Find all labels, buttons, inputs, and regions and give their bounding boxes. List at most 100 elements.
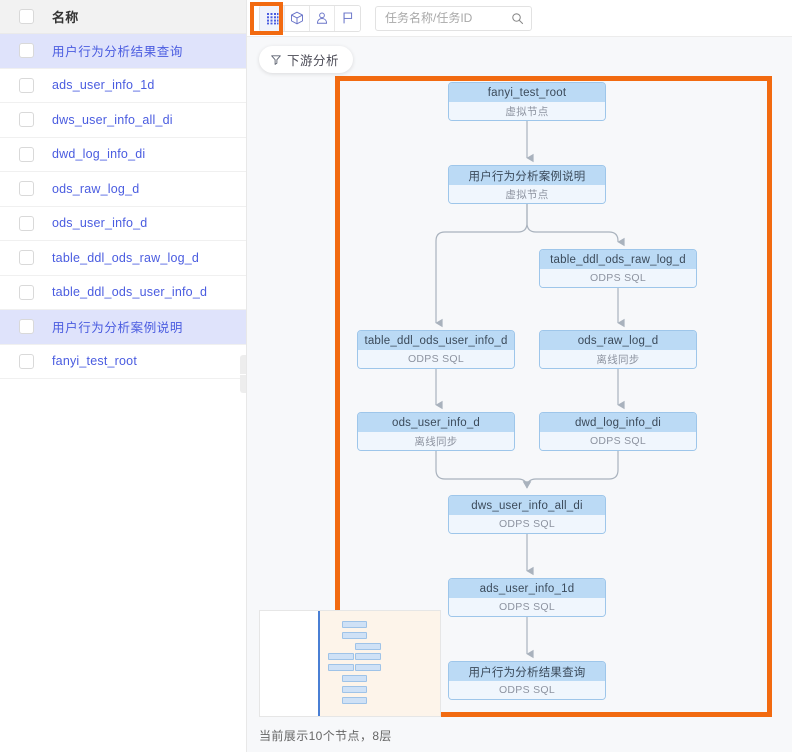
- minimap-node: [355, 664, 381, 672]
- task-name-link[interactable]: ads_user_info_1d: [52, 78, 155, 92]
- minimap-node: [341, 674, 368, 683]
- task-list-row[interactable]: dws_user_info_all_di: [0, 103, 246, 138]
- graph-node[interactable]: 用户行为分析结果查询 ODPS SQL: [448, 661, 606, 700]
- row-checkbox-cell[interactable]: [0, 181, 52, 197]
- graph-node-title: ods_raw_log_d: [540, 331, 696, 350]
- task-name-link[interactable]: fanyi_test_root: [52, 354, 137, 368]
- task-name-link[interactable]: dws_user_info_all_di: [52, 113, 173, 127]
- task-name-link[interactable]: 用户行为分析案例说明: [52, 317, 183, 336]
- column-header-name: 名称: [52, 10, 79, 25]
- task-list-row[interactable]: 用户行为分析结果查询: [0, 34, 246, 69]
- task-search-box[interactable]: [375, 5, 532, 31]
- funnel-down-icon: [271, 54, 281, 65]
- lineage-explorer-window: 名称 用户行为分析结果查询 ads_user_info_1d dws_user_in…: [0, 0, 792, 752]
- lineage-graph-panel: 下游分析 fanyi_test_root虚拟节点用户行为分析案例说明虚拟节点ta…: [247, 0, 792, 752]
- graph-node-subtitle: 离线同步: [540, 350, 696, 368]
- minimap-node: [328, 653, 354, 661]
- graph-node-title: 用户行为分析结果查询: [449, 662, 605, 681]
- flag-view-button[interactable]: [335, 5, 360, 31]
- collapse-left-handle[interactable]: «: [240, 355, 246, 374]
- task-list-row[interactable]: fanyi_test_root: [0, 344, 246, 379]
- row-checkbox[interactable]: [18, 215, 34, 231]
- graph-node[interactable]: dwd_log_info_di ODPS SQL: [539, 412, 697, 451]
- row-checkbox[interactable]: [18, 284, 34, 300]
- minimap-node: [328, 664, 354, 672]
- row-checkbox[interactable]: [18, 319, 34, 335]
- graph-edge: [526, 204, 625, 247]
- graph-node[interactable]: ods_raw_log_d 离线同步: [539, 330, 697, 369]
- select-all-checkbox-cell[interactable]: [0, 9, 52, 24]
- graph-node[interactable]: table_ddl_ods_raw_log_d ODPS SQL: [539, 249, 697, 288]
- graph-edge: [435, 451, 534, 493]
- graph-node[interactable]: dws_user_info_all_di ODPS SQL: [448, 495, 606, 534]
- owner-view-button[interactable]: [310, 5, 335, 31]
- task-name-link[interactable]: ods_raw_log_d: [52, 182, 139, 196]
- graph-node[interactable]: ads_user_info_1d ODPS SQL: [448, 578, 606, 617]
- task-list-row[interactable]: ods_raw_log_d: [0, 172, 246, 207]
- cube-view-button[interactable]: [285, 5, 310, 31]
- minimap-node: [341, 685, 368, 693]
- row-checkbox-cell[interactable]: [0, 353, 52, 369]
- graph-status-text: 当前展示10个节点，8层: [259, 729, 392, 743]
- search-input[interactable]: [383, 10, 511, 26]
- person-icon: [316, 12, 328, 24]
- graph-node[interactable]: 用户行为分析案例说明 虚拟节点: [448, 165, 606, 204]
- graph-node-subtitle: ODPS SQL: [449, 681, 605, 699]
- graph-node[interactable]: fanyi_test_root 虚拟节点: [448, 82, 606, 121]
- row-checkbox-cell[interactable]: [0, 112, 52, 128]
- task-name-link[interactable]: dwd_log_info_di: [52, 147, 145, 161]
- view-mode-button-group[interactable]: [259, 4, 361, 32]
- grid-icon: [266, 12, 278, 24]
- task-list-row[interactable]: 用户行为分析案例说明: [0, 310, 246, 345]
- row-checkbox-cell[interactable]: [0, 77, 52, 93]
- task-list-row[interactable]: table_ddl_ods_raw_log_d: [0, 241, 246, 276]
- task-list-sidebar: 名称 用户行为分析结果查询 ads_user_info_1d dws_user_in…: [0, 0, 247, 752]
- graph-node-subtitle: ODPS SQL: [540, 432, 696, 450]
- graph-node-title: fanyi_test_root: [449, 83, 605, 102]
- downstream-analysis-label: 下游分析: [287, 54, 340, 68]
- minimap-node: [355, 653, 381, 661]
- row-checkbox-cell[interactable]: [0, 319, 52, 335]
- graph-node-subtitle: 离线同步: [358, 432, 514, 450]
- task-name-link[interactable]: table_ddl_ods_user_info_d: [52, 285, 207, 299]
- task-name-link[interactable]: 用户行为分析结果查询: [52, 41, 183, 60]
- row-checkbox-cell[interactable]: [0, 284, 52, 300]
- row-checkbox[interactable]: [18, 250, 34, 266]
- task-list-row[interactable]: ods_user_info_d: [0, 206, 246, 241]
- downstream-analysis-chip[interactable]: 下游分析: [259, 46, 354, 73]
- graph-node-subtitle: 虚拟节点: [449, 102, 605, 120]
- minimap-viewport[interactable]: [318, 611, 440, 716]
- graph-node-title: 用户行为分析案例说明: [449, 166, 605, 185]
- list-header-row: 名称: [0, 0, 246, 34]
- row-checkbox[interactable]: [18, 181, 34, 197]
- collapse-right-handle[interactable]: »: [240, 374, 246, 393]
- row-checkbox-cell[interactable]: [0, 215, 52, 231]
- row-checkbox-cell[interactable]: [0, 146, 52, 162]
- row-checkbox[interactable]: [18, 112, 34, 128]
- task-name-link[interactable]: ods_user_info_d: [52, 216, 147, 230]
- graph-node-subtitle: ODPS SQL: [449, 515, 605, 533]
- task-list-row[interactable]: dwd_log_info_di: [0, 137, 246, 172]
- graph-node-title: ads_user_info_1d: [449, 579, 605, 598]
- row-checkbox[interactable]: [18, 146, 34, 162]
- cube-icon: [291, 11, 303, 25]
- task-list-row[interactable]: table_ddl_ods_user_info_d: [0, 275, 246, 310]
- graph-node-title: ods_user_info_d: [358, 413, 514, 432]
- graph-minimap[interactable]: [259, 610, 441, 717]
- row-checkbox-cell[interactable]: [0, 43, 52, 59]
- row-checkbox-cell[interactable]: [0, 250, 52, 266]
- minimap-node: [341, 631, 368, 639]
- graph-node[interactable]: ods_user_info_d 离线同步: [357, 412, 515, 451]
- sidebar-collapse-handles[interactable]: « »: [240, 355, 246, 393]
- row-checkbox[interactable]: [18, 353, 34, 369]
- search-icon[interactable]: [511, 12, 524, 25]
- task-list-row[interactable]: ads_user_info_1d: [0, 68, 246, 103]
- row-checkbox[interactable]: [18, 43, 34, 59]
- grid-view-button[interactable]: [260, 5, 285, 31]
- graph-node[interactable]: table_ddl_ods_user_info_d ODPS SQL: [357, 330, 515, 369]
- minimap-node: [355, 642, 381, 650]
- task-name-link[interactable]: table_ddl_ods_raw_log_d: [52, 251, 199, 265]
- select-all-checkbox[interactable]: [18, 9, 34, 24]
- row-checkbox[interactable]: [18, 77, 34, 93]
- graph-edge: [435, 204, 528, 328]
